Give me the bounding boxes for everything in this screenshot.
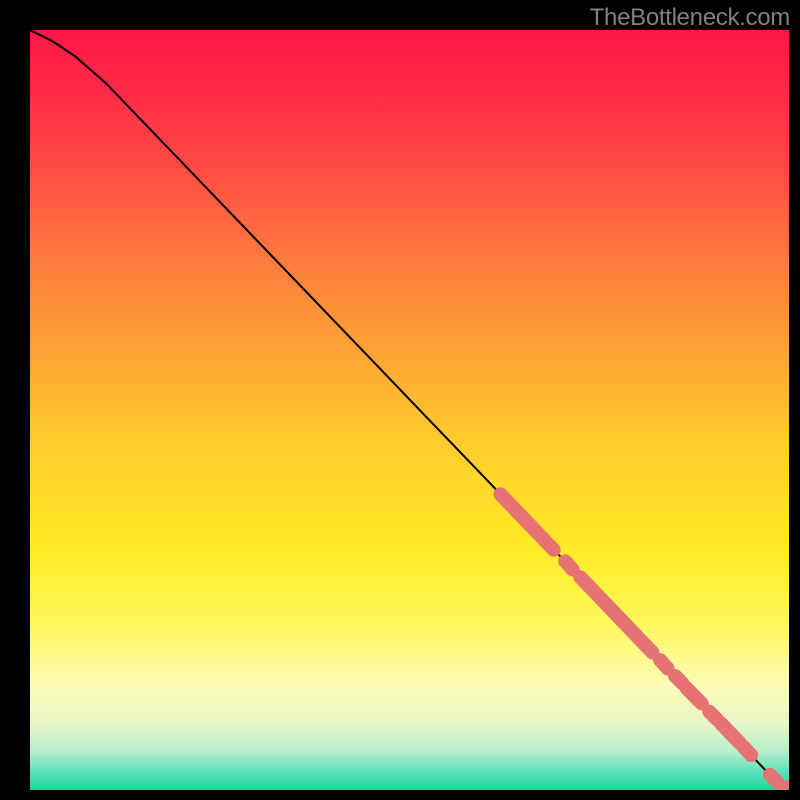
- chart-svg: [30, 30, 789, 790]
- attribution-label: TheBottleneck.com: [590, 4, 790, 32]
- plot-area: [30, 30, 789, 790]
- chart-frame: TheBottleneck.com: [0, 0, 800, 800]
- marker-cluster: [675, 676, 683, 684]
- marker-cluster: [565, 561, 573, 569]
- marker-cluster: [744, 747, 752, 755]
- marker-cluster: [660, 660, 668, 668]
- marker-cluster: [770, 775, 778, 783]
